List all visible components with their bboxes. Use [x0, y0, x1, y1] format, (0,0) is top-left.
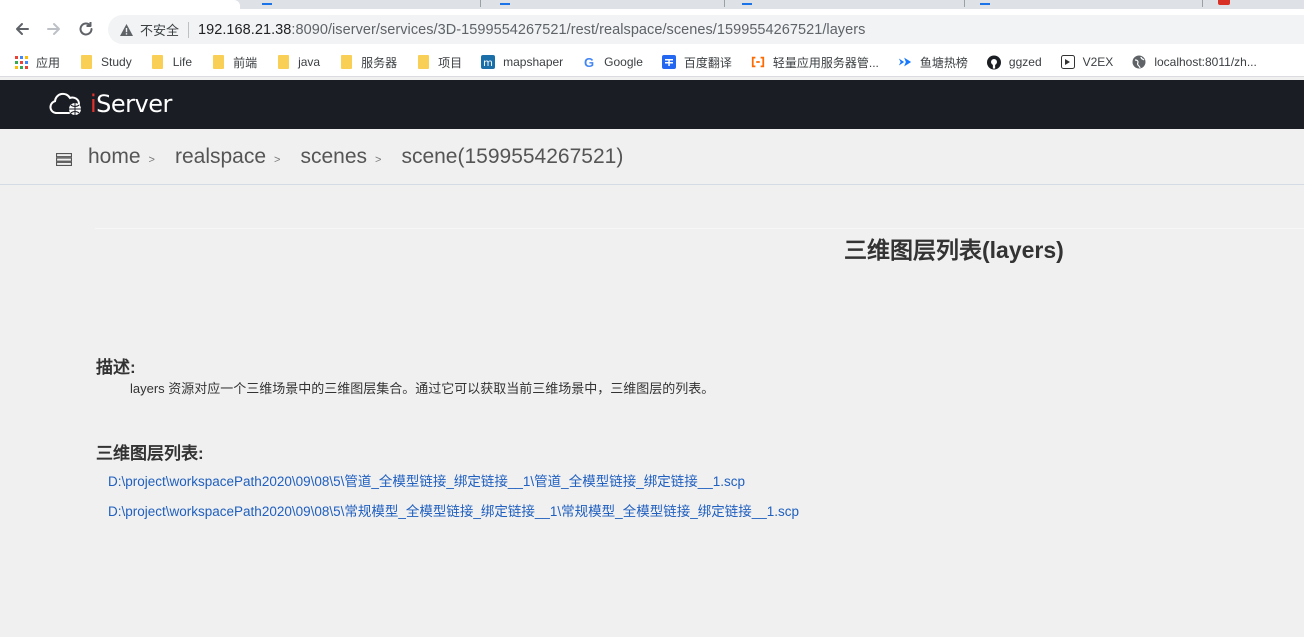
bookmark-folder-frontend[interactable]: 前端: [211, 54, 257, 71]
github-icon: [986, 55, 1001, 69]
app-header: iServer: [0, 80, 1304, 129]
logo-text: iServer: [90, 90, 172, 118]
breadcrumb-current: scene(1599554267521): [401, 145, 624, 168]
bookmark-label: 百度翻译: [683, 55, 732, 70]
bookmark-label: java: [298, 55, 321, 69]
bookmark-mapshaper[interactable]: m mapshaper: [481, 55, 563, 69]
bookmark-label: 项目: [438, 55, 463, 70]
bookmark-label: ggzed: [1008, 55, 1042, 69]
svg-text:G: G: [584, 55, 594, 69]
fish-arrow-icon: [898, 55, 912, 69]
breadcrumb-scenes[interactable]: scenes: [300, 145, 367, 169]
bookmark-label: 服务器: [361, 55, 398, 70]
bookmark-folder-java[interactable]: java: [276, 55, 320, 69]
browser-tab[interactable]: [500, 0, 510, 5]
bookmark-folder-study[interactable]: Study: [79, 55, 132, 69]
list-icon: [56, 153, 72, 166]
bookmark-label: 前端: [233, 55, 258, 70]
breadcrumb-home[interactable]: home: [88, 145, 141, 169]
folder-icon: [276, 55, 290, 69]
description-heading: 描述:: [96, 358, 136, 377]
bookmark-lightweight-server[interactable]: 轻量应用服务器管...: [751, 54, 879, 71]
bookmark-label: mapshaper: [503, 55, 564, 69]
breadcrumb-separator: >: [375, 154, 382, 166]
bookmark-label: Life: [172, 55, 193, 69]
page-title: 三维图层列表(layers): [844, 237, 1064, 263]
iserver-logo[interactable]: iServer: [48, 90, 172, 118]
warning-icon[interactable]: [118, 22, 134, 38]
google-icon: G: [582, 55, 596, 69]
folder-icon: [416, 55, 430, 69]
back-button[interactable]: [10, 17, 34, 41]
browser-toolbar: 不安全 192.168.21.38:8090/iserver/services/…: [0, 9, 1304, 48]
cloud-globe-icon: [49, 92, 81, 115]
browser-tab-active[interactable]: [0, 0, 240, 9]
tab-divider: [964, 0, 965, 7]
browser-tab[interactable]: [980, 0, 990, 5]
bookmark-fish-hot[interactable]: 鱼塘热榜: [898, 54, 968, 71]
cloud-bracket-icon: [751, 55, 765, 69]
tab-divider: [724, 0, 725, 7]
browser-tab-strip: [0, 0, 1304, 9]
mapshaper-icon: m: [481, 55, 496, 69]
layer-link[interactable]: D:\project\workspacePath2020\09\08\5\常规模…: [108, 500, 799, 520]
bookmark-v2ex[interactable]: V2EX: [1060, 55, 1114, 69]
reload-button[interactable]: [74, 17, 98, 41]
back-arrow-icon: [16, 23, 29, 35]
bookmark-ggzed[interactable]: ggzed: [986, 55, 1042, 69]
layer-list-heading: 三维图层列表:: [96, 444, 204, 463]
tab-divider: [1202, 0, 1203, 7]
bookmark-label: 应用: [36, 55, 61, 70]
bookmark-label: Study: [101, 55, 132, 69]
browser-tab[interactable]: [742, 0, 752, 5]
address-bar[interactable]: 不安全 192.168.21.38:8090/iserver/services/…: [108, 15, 1304, 44]
content-divider: [95, 228, 1304, 229]
browser-tab[interactable]: [1218, 0, 1230, 5]
tab-divider: [480, 0, 481, 7]
folder-icon: [211, 55, 225, 69]
bookmarks-bar: 应用 Study Life 前端 java 服务器 项目 m mapshaper…: [0, 48, 1304, 77]
svg-text:m: m: [483, 58, 493, 69]
bookmark-label: Google: [604, 55, 643, 69]
baidu-translate-icon: [661, 55, 676, 69]
browser-tab[interactable]: [262, 0, 272, 5]
bookmark-baidu-translate[interactable]: 百度翻译: [661, 54, 732, 71]
bookmark-label: 轻量应用服务器管...: [772, 55, 879, 70]
breadcrumb-realspace[interactable]: realspace: [175, 145, 266, 169]
folder-icon: [79, 55, 93, 69]
apps-grid-icon: [14, 55, 28, 69]
breadcrumb-trail: home > realspace > scenes > scene(159955…: [88, 145, 623, 169]
bookmark-folder-server[interactable]: 服务器: [339, 54, 397, 71]
bookmark-apps[interactable]: 应用: [14, 54, 60, 71]
url-path: :8090/iserver/services/3D-1599554267521/…: [291, 21, 866, 38]
folder-icon: [151, 55, 165, 69]
bookmark-label: 鱼塘热榜: [919, 55, 968, 70]
v2ex-icon: [1060, 55, 1075, 69]
breadcrumb-separator: >: [274, 154, 281, 166]
logo-text-main: Server: [96, 90, 172, 118]
breadcrumb-separator: >: [148, 154, 155, 166]
url-text[interactable]: 192.168.21.38:8090/iserver/services/3D-1…: [198, 22, 865, 38]
forward-button[interactable]: [42, 17, 66, 41]
bookmark-localhost[interactable]: localhost:8011/zh...: [1132, 55, 1257, 69]
bookmark-google[interactable]: G Google: [582, 55, 643, 69]
layer-link[interactable]: D:\project\workspacePath2020\09\08\5\管道_…: [108, 470, 745, 490]
url-host: 192.168.21.38: [198, 21, 292, 38]
bookmark-label: localhost:8011/zh...: [1154, 55, 1257, 69]
globe-icon: [1132, 55, 1146, 69]
breadcrumb: home > realspace > scenes > scene(159955…: [0, 129, 1304, 185]
reload-icon: [79, 22, 93, 36]
folder-icon: [339, 55, 353, 69]
bookmark-folder-life[interactable]: Life: [151, 55, 192, 69]
forward-arrow-icon: [47, 23, 60, 35]
bookmark-folder-project[interactable]: 项目: [416, 54, 462, 71]
bookmark-label: V2EX: [1082, 55, 1114, 69]
insecure-label[interactable]: 不安全: [140, 20, 179, 39]
description-text: layers 资源对应一个三维场景中的三维图层集合。通过它可以获取当前三维场景中…: [130, 381, 715, 396]
omnibox-divider: [188, 21, 190, 38]
